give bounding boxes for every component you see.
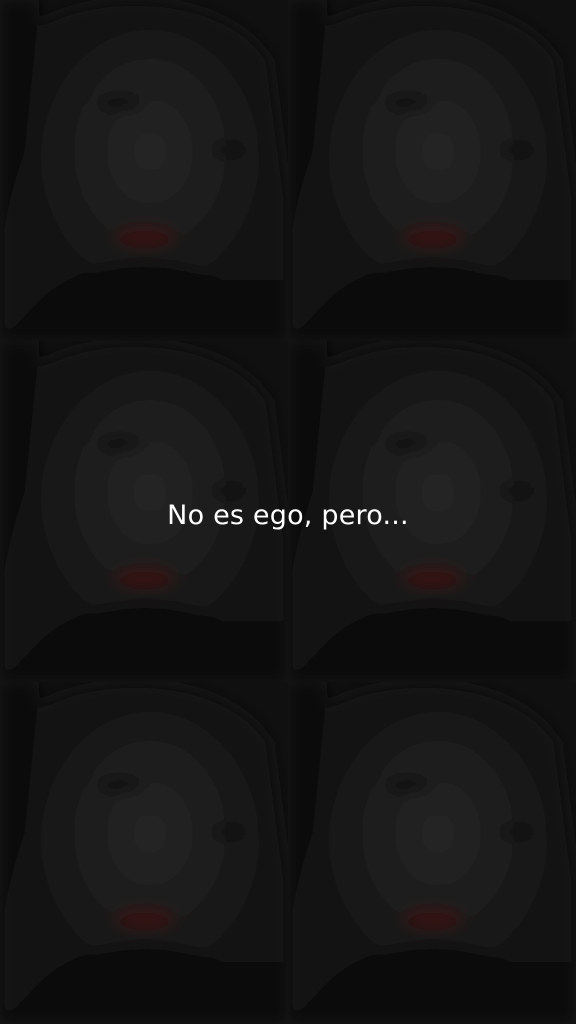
story-caption-text: No es ego, pero... [167, 500, 409, 531]
story-screen[interactable]: No es ego, pero... [0, 0, 576, 1024]
